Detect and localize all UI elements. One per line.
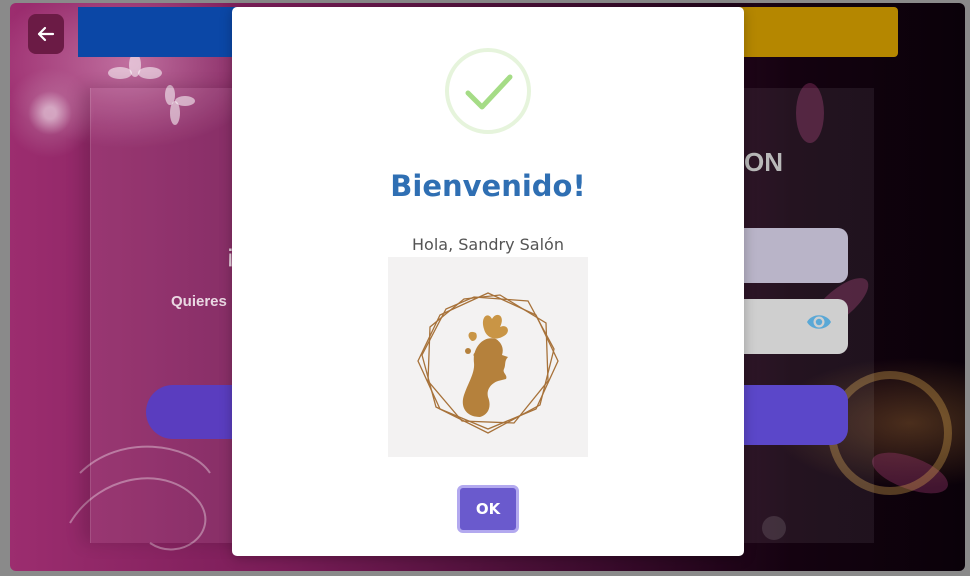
arrow-left-icon (37, 26, 55, 42)
salon-logo (388, 257, 588, 457)
login-form-title: ON (744, 147, 783, 177)
left-card-text: Quieres (171, 293, 227, 310)
checkmark-icon (445, 48, 531, 134)
dialog-title: Bienvenido! (390, 169, 586, 203)
decorative-dot (762, 516, 786, 540)
welcome-dialog: Bienvenido! Hola, Sandry Salón OK (232, 7, 744, 556)
back-button[interactable] (28, 14, 64, 54)
ok-button[interactable]: OK (457, 485, 519, 533)
eye-icon[interactable] (806, 311, 832, 333)
dialog-greeting: Hola, Sandry Salón (412, 235, 564, 254)
